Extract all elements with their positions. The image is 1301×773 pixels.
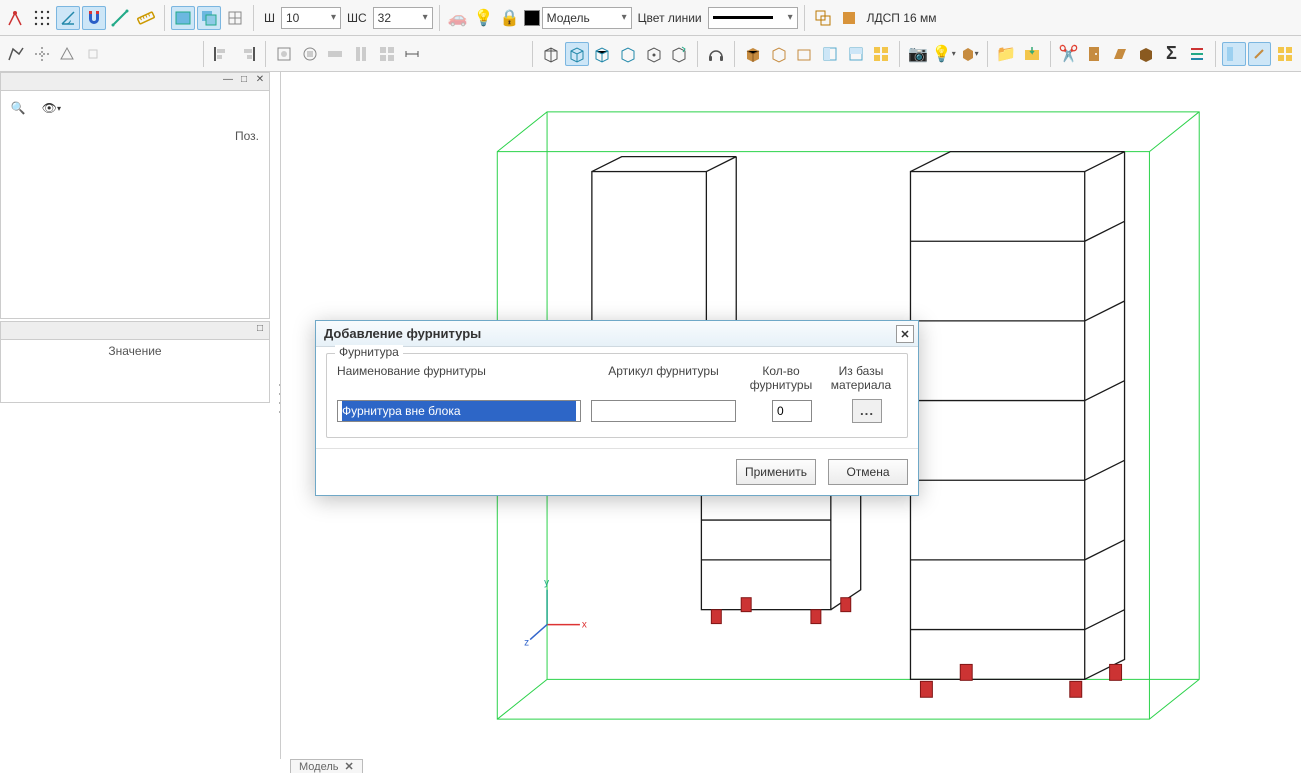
view-tiles-icon[interactable]	[1273, 42, 1297, 66]
panel-1-titlebar: — □ ✕	[1, 73, 269, 91]
width-label: Ш	[264, 11, 275, 25]
sheet-icon[interactable]	[171, 6, 195, 30]
left-panel-1: — □ ✕ 🔍 👁▾ Поз.	[0, 72, 270, 319]
tool-b-icon[interactable]	[298, 42, 322, 66]
frombase-label: Из базы материала	[826, 364, 896, 393]
material-box-icon[interactable]	[837, 6, 861, 30]
box-drop-icon[interactable]: ▾	[958, 42, 982, 66]
name-label: Наименование фурнитуры	[337, 364, 581, 393]
sigma-icon[interactable]: Σ	[1160, 42, 1184, 66]
model-select[interactable]: Модель	[542, 7, 632, 29]
headphones-icon[interactable]	[704, 42, 728, 66]
view-edit-icon[interactable]	[1248, 42, 1272, 66]
crate-icon[interactable]	[1134, 42, 1158, 66]
browse-button[interactable]: ...	[852, 399, 882, 423]
draw-line-icon[interactable]	[108, 6, 132, 30]
cube-iso4-icon[interactable]	[642, 42, 666, 66]
color-swatch[interactable]	[524, 10, 540, 26]
bulb-drop-icon[interactable]: 💡▾	[932, 42, 956, 66]
column-value-header: Значение	[108, 344, 161, 358]
dialog-close-button[interactable]: ✕	[896, 325, 914, 343]
cube-front-icon[interactable]	[539, 42, 563, 66]
plane-icon[interactable]	[55, 42, 79, 66]
tool-grid-icon[interactable]	[375, 42, 399, 66]
panel-2-titlebar: □	[1, 322, 269, 340]
cancel-button[interactable]: Отмена	[828, 459, 908, 485]
ws-label: ШС	[347, 11, 367, 25]
snap-vertex-icon[interactable]	[4, 6, 28, 30]
camera-icon[interactable]: 📷	[906, 42, 930, 66]
eye-dropdown-icon[interactable]: 👁▾	[40, 97, 62, 119]
measure-icon[interactable]	[134, 6, 158, 30]
panel-1-column-header: Поз.	[1, 125, 269, 148]
view-layout-icon[interactable]	[1222, 42, 1246, 66]
panel-icon[interactable]	[1108, 42, 1132, 66]
qty-label: Кол-во фурнитуры	[746, 364, 816, 393]
article-input[interactable]	[591, 400, 736, 422]
tool-c-icon[interactable]	[323, 42, 347, 66]
box-open-icon[interactable]	[792, 42, 816, 66]
svg-text:x: x	[582, 620, 587, 631]
tool-d-icon[interactable]	[349, 42, 373, 66]
fieldset-legend: Фурнитура	[335, 345, 403, 359]
qty-input[interactable]	[772, 400, 812, 422]
tab-close-icon[interactable]: ✕	[344, 760, 353, 773]
add-hardware-dialog: Добавление фурнитуры ✕ Фурнитура Наимено…	[315, 320, 919, 496]
cube-iso2-icon[interactable]	[591, 42, 615, 66]
panel-close-icon[interactable]: ✕	[253, 73, 267, 87]
angle-snap-icon[interactable]	[56, 6, 80, 30]
toolbar-row-2: 📷 💡▾ ▾ 📁 ✂️ Σ	[0, 36, 1301, 72]
dialog-titlebar[interactable]: Добавление фурнитуры ✕	[316, 321, 918, 347]
cube-iso1-icon[interactable]	[565, 42, 589, 66]
axes-icon[interactable]	[30, 42, 54, 66]
box-wire-icon[interactable]	[767, 42, 791, 66]
sheet-copy-icon[interactable]	[197, 6, 221, 30]
article-label: Артикул фурнитуры	[591, 364, 736, 393]
door-icon[interactable]	[1083, 42, 1107, 66]
magnet-icon[interactable]	[82, 6, 106, 30]
panel-2-maximize-icon[interactable]: □	[253, 322, 267, 336]
apply-button[interactable]: Применить	[736, 459, 816, 485]
box-solid-icon[interactable]	[741, 42, 765, 66]
lightbulb-icon[interactable]: 💡	[472, 6, 496, 30]
align-left-icon[interactable]	[210, 42, 234, 66]
layers-icon[interactable]	[811, 6, 835, 30]
panel-minimize-icon[interactable]: —	[221, 73, 235, 87]
toolbar-row-1: Ш 10 ШС 32 🚗 💡 🔒 Модель Цвет линии ЛДСП …	[0, 0, 1301, 36]
dialog-title-text: Добавление фурнитуры	[324, 326, 481, 341]
box-top-icon[interactable]	[844, 42, 868, 66]
lock-icon[interactable]: 🔒	[498, 6, 522, 30]
folder-icon[interactable]: 📁	[994, 42, 1018, 66]
cube-iso3-icon[interactable]	[616, 42, 640, 66]
search-icon[interactable]: 🔍	[7, 97, 29, 119]
grid-icon[interactable]	[30, 6, 54, 30]
material-label: ЛДСП 16 мм	[867, 11, 937, 25]
sheet-reverse-icon[interactable]	[223, 6, 247, 30]
panel-maximize-icon[interactable]: □	[237, 73, 251, 87]
model-tab[interactable]: Модель✕	[290, 759, 363, 773]
svg-text:y: y	[544, 578, 549, 589]
list-icon[interactable]	[1185, 42, 1209, 66]
folder-in-icon[interactable]	[1020, 42, 1044, 66]
name-input[interactable]	[337, 400, 581, 422]
width-select[interactable]: 10	[281, 7, 341, 29]
scissors-icon[interactable]: ✂️	[1057, 42, 1081, 66]
box-side-icon[interactable]	[818, 42, 842, 66]
draw-poly-icon[interactable]	[4, 42, 28, 66]
cursor-snap-icon[interactable]	[81, 42, 105, 66]
grid4-icon[interactable]	[869, 42, 893, 66]
cube-refresh-icon[interactable]	[668, 42, 692, 66]
left-column: — □ ✕ 🔍 👁▾ Поз. □ Значение	[0, 72, 270, 405]
line-color-label: Цвет линии	[638, 11, 702, 25]
align-right-icon[interactable]	[235, 42, 259, 66]
ws-select[interactable]: 32	[373, 7, 433, 29]
tool-a-icon[interactable]	[272, 42, 296, 66]
column-pos-header: Поз.	[235, 129, 259, 143]
svg-text:z: z	[524, 637, 529, 648]
bottom-tabs: Модель✕	[280, 759, 365, 773]
car-icon[interactable]: 🚗	[446, 6, 470, 30]
dimension-icon[interactable]	[401, 42, 425, 66]
line-style-select[interactable]	[708, 7, 798, 29]
left-panel-2: □ Значение	[0, 321, 270, 403]
